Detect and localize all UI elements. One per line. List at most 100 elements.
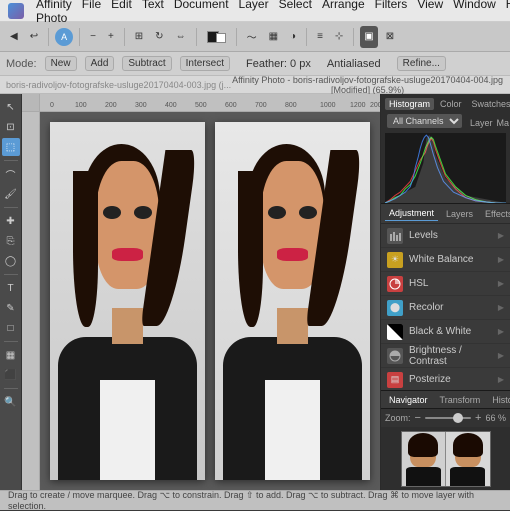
toolbar-sep-2 [79, 28, 80, 46]
toolbar-transform[interactable]: ⊠ [382, 26, 398, 48]
toolbar-zoom-in[interactable]: + [104, 26, 118, 48]
mode-subtract-btn[interactable]: Subtract [122, 56, 171, 71]
hist-tab-color[interactable]: Color [436, 98, 466, 110]
menu-edit[interactable]: Edit [111, 0, 132, 25]
mode-new-btn[interactable]: New [45, 56, 77, 71]
toolbar-back-btn[interactable]: ◀ [6, 26, 22, 48]
tool-clone[interactable]: ⎘ [2, 232, 20, 250]
adj-tab-effects[interactable]: Effects [481, 207, 510, 221]
ruler-mark: 1000 [320, 102, 336, 109]
canvas-area[interactable]: 0 100 200 300 400 500 600 700 800 1000 1… [22, 94, 380, 490]
ruler-mark: 600 [225, 102, 237, 109]
menu-arrange[interactable]: Arrange [322, 0, 365, 25]
toolbar-flip[interactable]: ⇔ [172, 26, 190, 48]
adj-tab-layers[interactable]: Layers [442, 207, 477, 221]
ruler-mark: 800 [285, 102, 297, 109]
adj-item-recolor[interactable]: ⬤ Recolor ▶ [381, 296, 510, 320]
posterize-icon: ▤ [387, 372, 403, 388]
menu-select[interactable]: Select [279, 0, 312, 25]
tool-brush[interactable]: 🖌 [2, 185, 20, 203]
menu-file[interactable]: File [82, 0, 101, 25]
menu-window[interactable]: Window [453, 0, 496, 25]
menu-view[interactable]: View [417, 0, 443, 25]
nav-tab-navigator[interactable]: Navigator [385, 394, 432, 406]
tool-fill[interactable]: ⬛ [2, 366, 20, 384]
levels-arrow: ▶ [498, 231, 504, 240]
photo-frame-left [50, 122, 205, 480]
ruler-mark: 2000 [370, 102, 380, 109]
refine-btn[interactable]: Refine... [397, 56, 446, 71]
toolbar-align[interactable]: ≡ [313, 26, 327, 48]
toolbar-snapping[interactable]: ⊹ [331, 26, 347, 48]
ruler-mark: 1200 [350, 102, 366, 109]
posterize-arrow: ▶ [498, 375, 504, 384]
brightness-label: Brightness / Contrast [409, 345, 492, 367]
mode-add-btn[interactable]: Add [85, 56, 115, 71]
tool-sep-2 [4, 207, 18, 208]
navigator-thumbnail[interactable] [401, 431, 491, 487]
tool-crop[interactable]: ⊡ [2, 118, 20, 136]
black-white-label: Black & White [409, 326, 471, 337]
adj-item-brightness[interactable]: Brightness / Contrast ▶ [381, 344, 510, 368]
toolbar: ◀ ↩ A − + ⊞ ↻ ⇔ 〜 ▦ ◑ ≡ ⊹ ▣ ⊠ [0, 22, 510, 52]
toolbar-color[interactable] [203, 26, 230, 48]
feather-value: Feather: 0 px [246, 58, 311, 70]
menu-affinity[interactable]: Affinity Photo [36, 0, 72, 25]
tool-sep-3 [4, 274, 18, 275]
portrait-left [50, 122, 205, 480]
menu-layer[interactable]: Layer [239, 0, 269, 25]
toolbar-sep-4 [196, 28, 197, 46]
zoom-plus[interactable]: + [475, 412, 481, 424]
adj-tab-adjustment[interactable]: Adjustment [385, 206, 438, 221]
hist-tab-histogram[interactable]: Histogram [385, 98, 434, 110]
toolbar-grid[interactable]: ⊞ [131, 26, 147, 48]
zoom-slider[interactable] [425, 417, 471, 419]
tool-zoom[interactable]: 🔍 [2, 393, 20, 411]
tool-shapes[interactable]: □ [2, 319, 20, 337]
brightness-icon [387, 348, 403, 364]
tool-sep-5 [4, 388, 18, 389]
tool-gradient[interactable]: ▦ [2, 346, 20, 364]
canvas-content [40, 112, 380, 490]
tool-dodge[interactable]: ◯ [2, 252, 20, 270]
filepath-bar: boris-radivoljov-fotografske-usluge20170… [0, 76, 510, 94]
tool-sep-1 [4, 160, 18, 161]
toolbar-zoom-out[interactable]: − [86, 26, 100, 48]
zoom-minus[interactable]: − [415, 412, 421, 424]
app-icon [8, 3, 24, 19]
menu-filters[interactable]: Filters [375, 0, 408, 25]
menu-text[interactable]: Text [142, 0, 164, 25]
tool-lasso[interactable]: ⌒ [2, 165, 20, 183]
channel-select[interactable]: All Channels [387, 114, 462, 128]
adj-item-black-white[interactable]: Black & White ▶ [381, 320, 510, 344]
adj-item-white-balance[interactable]: ☀ White Balance ▶ [381, 248, 510, 272]
hsl-label: HSL [409, 278, 428, 289]
tool-healing[interactable]: ✚ [2, 212, 20, 230]
toolbar-sep-5 [236, 28, 237, 46]
brightness-icon-svg [389, 350, 401, 362]
nav-tab-history[interactable]: History [488, 394, 510, 406]
toolbar-mask[interactable]: ◑ [286, 26, 300, 48]
tool-vector[interactable]: ✎ [2, 299, 20, 317]
mode-intersect-btn[interactable]: Intersect [180, 56, 230, 71]
toolbar-undo-btn[interactable]: ↩ [26, 26, 42, 48]
toolbar-levels[interactable]: ▦ [265, 26, 282, 48]
ruler-mark: 400 [165, 102, 177, 109]
tool-move[interactable]: ↖ [2, 98, 20, 116]
adj-item-hsl[interactable]: HSL ▶ [381, 272, 510, 296]
adj-item-posterize[interactable]: ▤ Posterize ▶ [381, 368, 510, 390]
toolbar-mode-icon: A [55, 28, 73, 46]
menu-help[interactable]: Help [506, 0, 510, 25]
zoom-thumb[interactable] [453, 413, 463, 423]
nav-tab-transform[interactable]: Transform [436, 394, 485, 406]
adj-item-levels[interactable]: Levels ▶ [381, 224, 510, 248]
toolbar-curves[interactable]: 〜 [243, 26, 261, 48]
hist-tab-swatches[interactable]: Swatches [468, 98, 510, 110]
toolbar-select-mode[interactable]: ▣ [360, 26, 377, 48]
menu-document[interactable]: Document [174, 0, 229, 25]
antialiased-label: Antialiased [327, 58, 381, 70]
tool-marquee[interactable]: ⬚ [2, 138, 20, 156]
tool-type[interactable]: T [2, 279, 20, 297]
toolbar-rotate[interactable]: ↻ [151, 26, 167, 48]
tool-sep-4 [4, 341, 18, 342]
